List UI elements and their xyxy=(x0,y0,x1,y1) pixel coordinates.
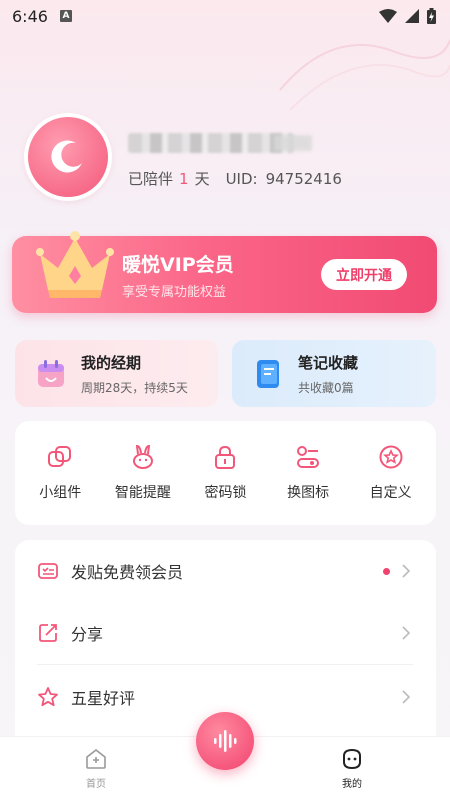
divider xyxy=(37,664,413,665)
status-right xyxy=(379,8,436,24)
menu-item-share[interactable]: 分享 xyxy=(15,602,436,664)
days-suffix: 天 xyxy=(194,170,210,188)
avatar-circle xyxy=(28,117,108,197)
profile-subline: 已陪伴 1 天 UID: 94752416 xyxy=(128,168,342,189)
tab-mine[interactable]: 我的 xyxy=(322,747,382,790)
crown-icon xyxy=(36,231,114,298)
battery-charging-icon xyxy=(427,8,436,24)
menu-label-share: 分享 xyxy=(71,625,104,644)
vip-open-button[interactable]: 立即开通 xyxy=(321,259,407,290)
tab-home[interactable]: 首页 xyxy=(66,747,126,790)
tool-customize[interactable]: 自定义 xyxy=(351,444,431,502)
tool-reminder-label: 智能提醒 xyxy=(114,485,171,501)
tool-lock-label: 密码锁 xyxy=(204,485,247,501)
days-prefix: 已陪伴 xyxy=(128,170,174,188)
tab-home-label: 首页 xyxy=(86,779,106,790)
days-count: 1 xyxy=(179,169,189,188)
star-custom-icon xyxy=(379,445,403,469)
tool-customize-label: 自定义 xyxy=(369,485,412,501)
mine-face-icon xyxy=(343,748,361,770)
avatar[interactable] xyxy=(24,113,112,201)
tools-card: 小组件 智能提醒 密码锁 换图标 自定义 xyxy=(15,421,436,525)
lock-icon xyxy=(215,445,236,469)
vip-banner[interactable]: 暖悦VIP会员 享受专属功能权益 立即开通 xyxy=(12,231,437,313)
wifi-icon xyxy=(379,9,397,23)
notes-subtitle: 共收藏0篇 xyxy=(298,380,354,395)
switch-icon-icon xyxy=(297,446,320,468)
tab-mine-label: 我的 xyxy=(342,779,362,790)
ticket-icon xyxy=(38,563,58,579)
notebook-icon xyxy=(257,359,279,388)
my-period-subtitle: 周期28天，持续5天 xyxy=(81,380,188,395)
chevron-right-icon xyxy=(402,564,410,578)
tool-lock[interactable]: 密码锁 xyxy=(185,444,265,502)
notes-title: 笔记收藏 xyxy=(298,353,359,372)
notification-a-icon: A xyxy=(59,10,72,22)
status-bar: 6:46 A xyxy=(0,0,450,32)
notes-collection-card[interactable]: 笔记收藏 共收藏0篇 xyxy=(232,340,436,407)
nickname-blurred-tail xyxy=(274,135,312,151)
tool-reminder[interactable]: 智能提醒 xyxy=(103,444,183,502)
voice-record-button[interactable] xyxy=(196,712,254,770)
vip-subtitle: 享受专属功能权益 xyxy=(122,285,227,300)
home-icon xyxy=(86,748,106,769)
my-period-title: 我的经期 xyxy=(81,353,142,372)
chevron-right-icon xyxy=(402,690,410,704)
signal-icon xyxy=(405,9,419,23)
calendar-icon xyxy=(38,359,64,387)
uid-value: 94752416 xyxy=(265,169,342,188)
menu-label-free-vip: 发贴免费领会员 xyxy=(71,563,184,582)
bunny-reminder-icon xyxy=(132,444,153,469)
chevron-right-icon xyxy=(402,626,410,640)
crescent-moon-icon xyxy=(51,140,82,173)
tool-widget-label: 小组件 xyxy=(39,485,82,501)
tool-widget[interactable]: 小组件 xyxy=(20,444,100,502)
uid-label: UID: xyxy=(225,169,258,188)
nickname-blurred xyxy=(128,133,294,153)
profile-section: 已陪伴 1 天 UID: 94752416 xyxy=(24,113,424,203)
menu-label-rating: 五星好评 xyxy=(71,689,136,708)
status-time: 6:46 xyxy=(12,6,48,26)
tool-change-icon-label: 换图标 xyxy=(287,485,330,501)
voice-wave-icon xyxy=(214,730,237,752)
notification-dot xyxy=(383,567,390,575)
star-icon xyxy=(38,687,58,707)
share-icon xyxy=(39,624,57,642)
widget-icon xyxy=(48,446,72,467)
tool-change-icon[interactable]: 换图标 xyxy=(268,444,348,502)
vip-title: 暖悦VIP会员 xyxy=(122,254,234,276)
my-period-card[interactable]: 我的经期 周期28天，持续5天 xyxy=(15,340,218,407)
menu-item-free-vip[interactable]: 发贴免费领会员 xyxy=(15,540,436,602)
